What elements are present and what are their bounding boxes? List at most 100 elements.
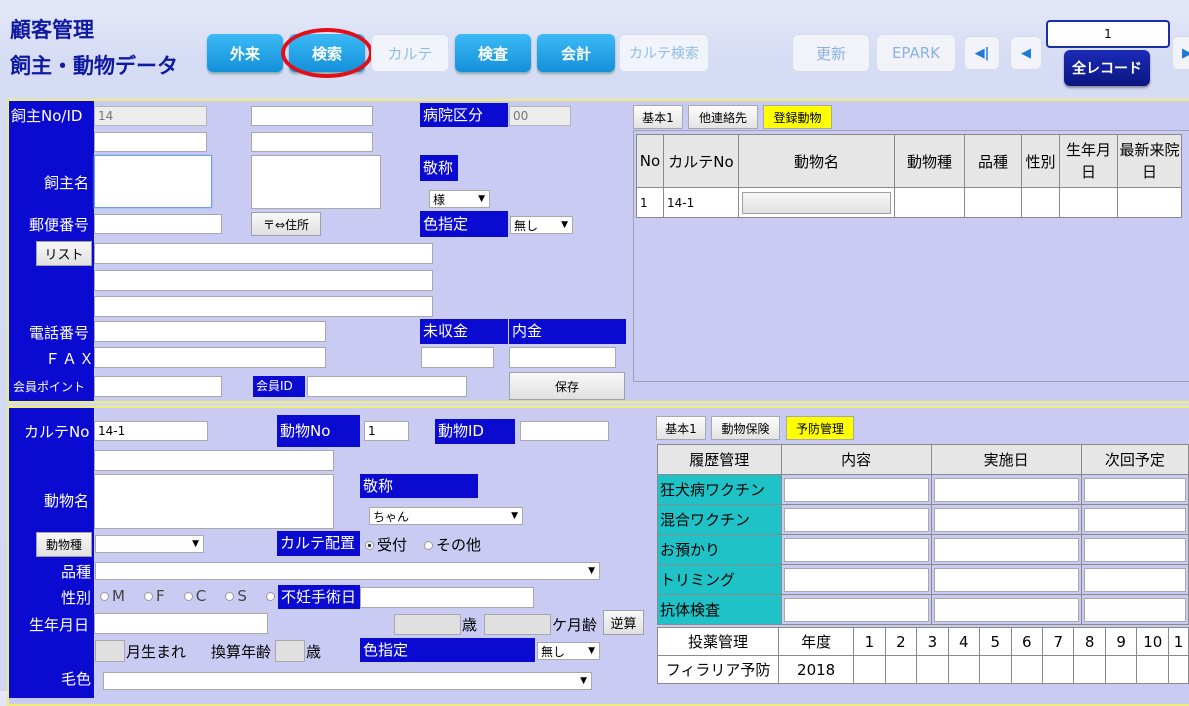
owner-id-field[interactable]: [251, 106, 373, 126]
content-field[interactable]: [783, 597, 929, 622]
all-records-button[interactable]: 全レコード: [1064, 50, 1150, 86]
epark-button[interactable]: EPARK: [876, 34, 956, 72]
owner-color-select[interactable]: 無し ▼: [510, 216, 573, 234]
nav-karte-search-button[interactable]: カルテ検索: [619, 34, 709, 72]
tab-other-contacts[interactable]: 他連絡先: [688, 105, 758, 129]
karte-place-radio-reception[interactable]: 受付: [365, 534, 407, 555]
next-date-field[interactable]: [1083, 567, 1186, 592]
content-field[interactable]: [783, 477, 929, 502]
owner-kana-field[interactable]: [94, 132, 207, 152]
prev-record-icon[interactable]: ◀: [1010, 36, 1042, 70]
breed-select[interactable]: ▼: [95, 562, 600, 580]
update-button[interactable]: 更新: [792, 34, 870, 72]
col-header: 性別: [1021, 134, 1060, 188]
points-field[interactable]: [94, 376, 222, 397]
birth-month-field[interactable]: [95, 640, 125, 662]
unpaid-label: 未収金: [420, 319, 508, 344]
next-record-icon[interactable]: ▶: [1172, 36, 1189, 70]
tab-animal-basic1[interactable]: 基本1: [656, 416, 706, 440]
postal-field[interactable]: [94, 214, 222, 234]
member-id-field[interactable]: [307, 376, 467, 397]
tab-registered-animals[interactable]: 登録動物: [763, 105, 832, 129]
owner-honorific-label: 敬称: [420, 155, 458, 181]
content-field[interactable]: [783, 507, 929, 532]
chevron-down-icon: ▼: [580, 676, 587, 686]
animal-color-select[interactable]: 無し ▼: [537, 642, 600, 660]
list-button[interactable]: リスト: [36, 241, 92, 266]
animal-honorific-select[interactable]: ちゃん ▼: [369, 507, 523, 525]
hospital-field[interactable]: 00: [509, 106, 571, 126]
birth-date-field[interactable]: [94, 613, 268, 634]
date-field[interactable]: [933, 537, 1079, 562]
date-field[interactable]: [933, 477, 1079, 502]
row-no: 1: [636, 187, 664, 218]
address2-field[interactable]: [94, 270, 433, 291]
owner-no-field[interactable]: 14: [94, 106, 207, 126]
tab-animal-insurance[interactable]: 動物保険: [711, 416, 780, 440]
age-years-unit: 歳: [462, 616, 478, 634]
postal-address-button[interactable]: 〒⇔住所: [251, 212, 321, 236]
reverse-calc-button[interactable]: 逆算: [603, 610, 644, 635]
nav-outpatient-button[interactable]: 外来: [207, 34, 283, 72]
animal-no-field[interactable]: 1: [364, 421, 409, 441]
species-button[interactable]: 動物種: [36, 532, 92, 557]
table-row: 狂犬病ワクチン: [657, 474, 1189, 505]
col-header: カルテNo: [663, 134, 739, 188]
species-select[interactable]: ▼: [95, 535, 204, 553]
table-row[interactable]: 1 14-1: [636, 187, 1182, 218]
owner-name2-field[interactable]: [251, 155, 381, 209]
animal-kana-field[interactable]: [94, 450, 334, 471]
karte-place-radio-other[interactable]: その他: [424, 534, 481, 555]
neuter-date-field[interactable]: [360, 587, 534, 608]
conv-age-field[interactable]: [275, 640, 305, 662]
save-button[interactable]: 保存: [509, 372, 625, 400]
address1-field[interactable]: [94, 243, 433, 264]
history-item: 狂犬病ワクチン: [657, 474, 782, 505]
age-years-field[interactable]: [394, 614, 461, 635]
sex-option: C: [195, 587, 207, 605]
chevron-down-icon: ▼: [561, 220, 568, 230]
content-field[interactable]: [783, 537, 929, 562]
history-item: お預かり: [657, 534, 782, 565]
animal-name-field[interactable]: [94, 474, 334, 529]
owner-honorific-select[interactable]: 様 ▼: [429, 190, 490, 208]
nav-billing-button[interactable]: 会計: [537, 34, 615, 72]
record-number-input[interactable]: 1: [1046, 20, 1170, 48]
date-field[interactable]: [933, 567, 1079, 592]
coat-select[interactable]: ▼: [103, 672, 592, 690]
page-title: 飼主・動物データ: [10, 54, 178, 78]
karte-no-field[interactable]: 14-1: [94, 421, 208, 441]
conv-age-unit: 歳: [306, 643, 322, 661]
address3-field[interactable]: [94, 296, 433, 317]
next-date-field[interactable]: [1083, 477, 1186, 502]
first-record-icon[interactable]: ◀|: [964, 36, 1000, 70]
tab-basic1[interactable]: 基本1: [633, 105, 683, 129]
sex-radio-group[interactable]: M F C S N: [100, 587, 289, 605]
content-field[interactable]: [783, 567, 929, 592]
table-row[interactable]: フィラリア予防 2018: [656, 655, 1189, 684]
date-field[interactable]: [933, 507, 1079, 532]
phone-field[interactable]: [94, 321, 326, 342]
next-date-field[interactable]: [1083, 537, 1186, 562]
date-field[interactable]: [933, 597, 1079, 622]
owner-kana2-field[interactable]: [251, 132, 373, 152]
deposit-field[interactable]: [509, 347, 616, 368]
registered-animals-table: No カルテNo 動物名 動物種 品種 性別 生年月日 最新来院日 1 14-1: [636, 134, 1182, 218]
age-months-field[interactable]: [484, 614, 551, 635]
owner-name-field[interactable]: [94, 155, 212, 208]
animal-honorific-label: 敬称: [360, 474, 478, 498]
fax-label: ＦＡＸ: [45, 350, 97, 368]
next-date-field[interactable]: [1083, 507, 1186, 532]
tab-prevention[interactable]: 予防管理: [786, 416, 854, 440]
animal-honorific-value: ちゃん: [373, 509, 410, 524]
animal-name-button[interactable]: [742, 191, 891, 214]
nav-exam-button[interactable]: 検査: [455, 34, 531, 72]
next-date-field[interactable]: [1083, 597, 1186, 622]
fax-field[interactable]: [94, 347, 326, 368]
nav-karte-button[interactable]: カルテ: [371, 34, 449, 72]
birth-label: 生年月日: [29, 616, 90, 634]
radio-selected-icon: [365, 541, 374, 550]
unpaid-field[interactable]: [421, 347, 494, 368]
animal-id-field[interactable]: [520, 421, 609, 441]
col-header: 品種: [964, 134, 1022, 188]
